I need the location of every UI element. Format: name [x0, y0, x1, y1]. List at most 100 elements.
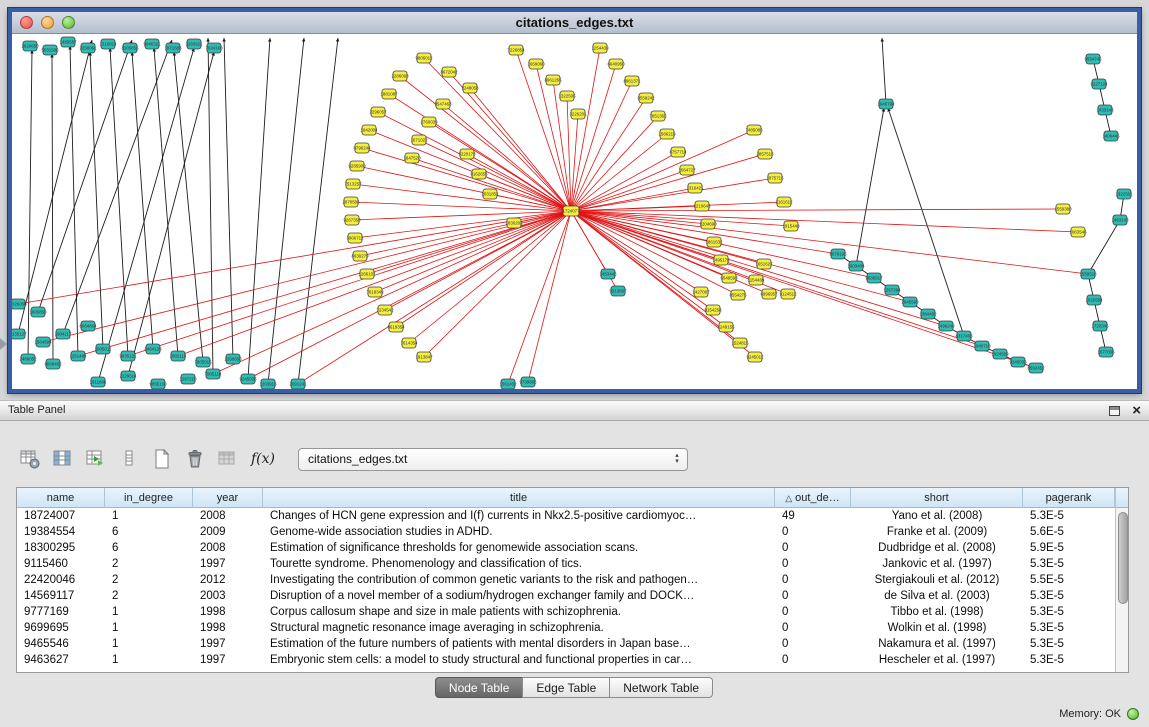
- graph-edge[interactable]: [248, 211, 571, 379]
- column-header-in_degree[interactable]: in_degree: [105, 488, 193, 508]
- tab-edge-table[interactable]: Edge Table: [522, 677, 610, 698]
- graph-edge[interactable]: [367, 211, 571, 274]
- graph-edge[interactable]: [467, 154, 571, 211]
- graph-edge[interactable]: [90, 52, 103, 349]
- cell-year: 1998: [193, 620, 263, 636]
- table-row[interactable]: 1872400712008Changes of HCN gene express…: [17, 508, 1115, 524]
- graph-edge[interactable]: [571, 209, 1063, 211]
- graph-edge[interactable]: [856, 108, 884, 266]
- graph-edge[interactable]: [351, 202, 571, 211]
- network-canvas[interactable]: 2620650503158514895872258061131681481058…: [12, 34, 1137, 389]
- graph-edge[interactable]: [1088, 220, 1120, 274]
- graph-node-label: 9154258: [704, 308, 722, 313]
- graph-edge[interactable]: [571, 130, 754, 211]
- tab-network-table[interactable]: Network Table: [609, 677, 713, 698]
- table-settings-button[interactable]: [16, 445, 44, 473]
- table-selector-dropdown[interactable]: citations_edges.txt ▴▾: [298, 448, 688, 471]
- column-header-pagerank[interactable]: pagerank: [1023, 488, 1115, 508]
- cell-pagerank: 5.3E-5: [1023, 652, 1115, 668]
- graph-edge[interactable]: [571, 188, 695, 211]
- table-row[interactable]: 946554611997Estimation of the future num…: [17, 636, 1115, 652]
- cell-out_degree: 0: [775, 588, 851, 604]
- graph-node-label: 7624160: [205, 46, 223, 51]
- graph-edge[interactable]: [18, 211, 571, 304]
- cell-in_degree: 1: [105, 508, 193, 524]
- graph-node-label: 9558242: [637, 96, 655, 101]
- graph-edge[interactable]: [882, 38, 886, 104]
- table-row[interactable]: 1830029562008Estimation of significance …: [17, 540, 1115, 556]
- table-row[interactable]: 946362711997Embryonic stem cells: a mode…: [17, 652, 1115, 668]
- graph-edge[interactable]: [571, 81, 632, 211]
- graph-edge[interactable]: [571, 114, 578, 211]
- column-header-out_degree[interactable]: △out_de…: [775, 488, 851, 508]
- column-header-title[interactable]: title: [263, 488, 775, 508]
- graph-edge[interactable]: [52, 54, 53, 364]
- graph-edge[interactable]: [78, 211, 571, 356]
- graph-node-label: 9124512: [779, 292, 797, 297]
- graph-edge[interactable]: [571, 211, 701, 292]
- graph-edge[interactable]: [571, 154, 765, 211]
- row-tools-button[interactable]: [115, 445, 143, 473]
- graph-edge[interactable]: [178, 211, 571, 356]
- graph-edge[interactable]: [43, 211, 571, 342]
- graph-edge[interactable]: [98, 48, 194, 382]
- cell-pagerank: 5.3E-5: [1023, 588, 1115, 604]
- window-titlebar[interactable]: citations_edges.txt: [12, 12, 1137, 34]
- graph-edge[interactable]: [528, 211, 571, 382]
- network-graph[interactable]: 2620650503158514895872258061131681481058…: [12, 34, 1137, 389]
- graph-edge[interactable]: [396, 211, 571, 327]
- graph-edge[interactable]: [571, 211, 1088, 274]
- graph-edge[interactable]: [412, 158, 571, 211]
- hidden-panel-handle[interactable]: [0, 338, 7, 350]
- graph-edge[interactable]: [268, 38, 304, 384]
- graph-edge[interactable]: [213, 211, 571, 374]
- function-builder-button[interactable]: f(x): [247, 445, 279, 473]
- graph-edge[interactable]: [298, 38, 338, 384]
- cell-short: Jankovic et al. (1997): [851, 556, 1023, 572]
- column-header-short[interactable]: short: [851, 488, 1023, 508]
- graph-node-label: 3906712: [346, 236, 364, 241]
- import-table-button[interactable]: [214, 445, 242, 473]
- table-scrollbar[interactable]: [1115, 488, 1128, 672]
- column-header-name[interactable]: name: [17, 488, 105, 508]
- new-table-icon: [150, 447, 174, 471]
- graph-node-label: 3226201: [569, 112, 587, 117]
- close-panel-icon[interactable]: ×: [1132, 403, 1141, 419]
- graph-edge[interactable]: [571, 211, 1036, 368]
- cell-out_degree: 0: [775, 572, 851, 588]
- graph-edge[interactable]: [571, 116, 658, 211]
- graph-node-label: 1911885: [90, 380, 107, 385]
- graph-edge[interactable]: [128, 52, 214, 376]
- graph-edge[interactable]: [429, 122, 571, 211]
- graph-edge[interactable]: [571, 211, 755, 357]
- table-row[interactable]: 1938455462009Genome-wide association stu…: [17, 524, 1115, 540]
- scrollbar-thumb[interactable]: [1118, 512, 1128, 604]
- table-row[interactable]: 911546021997Tourette syndrome. Phenomeno…: [17, 556, 1115, 572]
- table-panel-header: Table Panel ×: [0, 401, 1149, 421]
- graph-edge[interactable]: [571, 211, 982, 346]
- graph-edge[interactable]: [571, 202, 784, 211]
- table-row[interactable]: 1456911722003Disruption of a novel membe…: [17, 588, 1115, 604]
- graph-edge[interactable]: [888, 108, 964, 336]
- tab-node-table[interactable]: Node Table: [435, 677, 524, 698]
- graph-edge[interactable]: [208, 38, 213, 374]
- graph-edge[interactable]: [571, 211, 1078, 232]
- visible-columns-button[interactable]: [49, 445, 77, 473]
- float-panel-icon[interactable]: [1109, 406, 1120, 416]
- graph-edge[interactable]: [571, 170, 687, 211]
- delete-table-button[interactable]: [181, 445, 209, 473]
- graph-edge[interactable]: [298, 211, 571, 384]
- new-table-button[interactable]: [148, 445, 176, 473]
- graph-edge[interactable]: [174, 52, 203, 362]
- new-column-button[interactable]: [82, 445, 110, 473]
- table-row[interactable]: 977716911998Corpus callosum shape and si…: [17, 604, 1115, 620]
- graph-edge[interactable]: [571, 134, 667, 211]
- graph-node-label: 1316421: [686, 186, 704, 191]
- cell-title: Genome-wide association studies in ADHD.: [263, 524, 775, 540]
- graph-edge[interactable]: [248, 38, 270, 379]
- table-row[interactable]: 969969511998Structural magnetic resonanc…: [17, 620, 1115, 636]
- graph-node-label: 1875715: [766, 176, 784, 181]
- table-row[interactable]: 2242004622012Investigating the contribut…: [17, 572, 1115, 588]
- graph-edge[interactable]: [63, 40, 172, 334]
- column-header-year[interactable]: year: [193, 488, 263, 508]
